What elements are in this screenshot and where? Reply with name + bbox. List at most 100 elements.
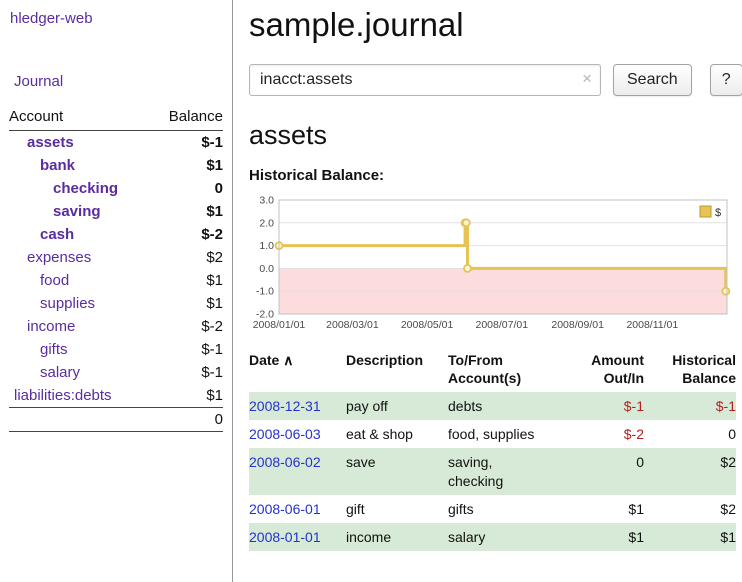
account-row: bank$1 bbox=[9, 154, 223, 177]
column-header-description: Description bbox=[346, 350, 448, 392]
sort-ascending-icon: ∧ bbox=[279, 352, 293, 368]
search-box: × bbox=[249, 64, 601, 96]
transaction-row: 2008-06-02 savesaving, checking0$2 bbox=[249, 448, 736, 494]
help-button[interactable]: ? bbox=[710, 64, 742, 96]
account-link[interactable]: checking bbox=[53, 180, 118, 197]
account-link[interactable]: expenses bbox=[27, 249, 91, 266]
account-link[interactable]: supplies bbox=[40, 295, 95, 312]
clear-search-icon[interactable]: × bbox=[582, 69, 592, 89]
svg-text:-1.0: -1.0 bbox=[256, 286, 274, 298]
account-row: expenses$2 bbox=[9, 246, 223, 269]
column-header-accounts: To/FromAccount(s) bbox=[448, 350, 546, 392]
account-row: gifts $-1 bbox=[9, 338, 223, 361]
transaction-balance: $2 bbox=[644, 495, 736, 523]
transaction-balance: 0 bbox=[644, 420, 736, 448]
account-row: cash $-2 bbox=[9, 223, 223, 246]
svg-text:2008/01/01: 2008/01/01 bbox=[253, 319, 306, 331]
sidebar: hledger-web Journal Account Balance asse… bbox=[0, 0, 233, 582]
transaction-balance: $1 bbox=[644, 523, 736, 551]
svg-text:0.0: 0.0 bbox=[259, 263, 274, 275]
column-header-line: Out/In bbox=[546, 370, 644, 388]
transaction-amount: $1 bbox=[546, 495, 644, 523]
historical-balance-chart: 3.02.01.00.0-1.0-2.02008/01/012008/03/01… bbox=[249, 192, 736, 334]
account-balance: $1 bbox=[152, 200, 223, 223]
search-button[interactable]: Search bbox=[613, 64, 692, 96]
account-balance: $-2 bbox=[152, 223, 223, 246]
accounts-table: Account Balance assets$-1bank$1checking0… bbox=[9, 106, 223, 432]
transaction-description: income bbox=[346, 523, 448, 551]
transaction-date-link[interactable]: 2008-06-03 bbox=[249, 426, 321, 442]
account-row: liabilities:debts $1 bbox=[9, 384, 223, 408]
svg-text:2008/03/01: 2008/03/01 bbox=[326, 319, 379, 331]
column-header-line: Description bbox=[346, 352, 440, 370]
transaction-row: 2008-06-01 giftgifts$1$2 bbox=[249, 495, 736, 523]
chart-title: Historical Balance: bbox=[249, 167, 742, 184]
transaction-amount: $1 bbox=[546, 523, 644, 551]
transaction-date-link[interactable]: 2008-01-01 bbox=[249, 529, 321, 545]
accounts-total-row: 0 bbox=[9, 408, 223, 432]
account-balance: $1 bbox=[152, 269, 223, 292]
transaction-description: gift bbox=[346, 495, 448, 523]
account-row: saving $1 bbox=[9, 200, 223, 223]
account-heading: assets bbox=[249, 120, 742, 151]
account-link[interactable]: assets bbox=[27, 134, 74, 151]
account-row: food $1 bbox=[9, 269, 223, 292]
transaction-row: 2008-12-31pay offdebts$-1$-1 bbox=[249, 392, 736, 420]
journal-link[interactable]: Journal bbox=[14, 73, 223, 90]
register-table: Date ∧Description To/FromAccount(s)Amount… bbox=[249, 350, 736, 551]
account-link[interactable]: saving bbox=[53, 203, 101, 220]
column-header-line: Balance bbox=[644, 370, 736, 388]
account-link[interactable]: bank bbox=[40, 157, 75, 174]
account-row: income$-2 bbox=[9, 315, 223, 338]
column-header-line: Amount bbox=[546, 352, 644, 370]
account-link[interactable]: gifts bbox=[40, 341, 68, 358]
accounts-header-row: Account Balance bbox=[9, 106, 223, 131]
account-row: checking 0 bbox=[9, 177, 223, 200]
account-link[interactable]: food bbox=[40, 272, 69, 289]
column-header-date[interactable]: Date ∧ bbox=[249, 350, 346, 392]
app-title-link[interactable]: hledger-web bbox=[10, 10, 223, 27]
transaction-accounts: debts bbox=[448, 392, 546, 420]
column-header-line: To/From bbox=[448, 352, 538, 370]
accounts-header-account: Account bbox=[9, 106, 152, 131]
transaction-date-link[interactable]: 2008-06-01 bbox=[249, 501, 321, 517]
account-link[interactable]: cash bbox=[40, 226, 74, 243]
app-window: hledger-web Journal Account Balance asse… bbox=[0, 0, 742, 582]
svg-text:2008/09/01: 2008/09/01 bbox=[551, 319, 604, 331]
account-balance: 0 bbox=[152, 177, 223, 200]
transaction-description: save bbox=[346, 448, 448, 494]
svg-text:2.0: 2.0 bbox=[259, 217, 274, 229]
accounts-total-spacer bbox=[9, 408, 152, 432]
transaction-row: 2008-06-03eat & shopfood, supplies$-20 bbox=[249, 420, 736, 448]
transaction-accounts: saving, checking bbox=[448, 448, 546, 494]
transaction-date-link[interactable]: 2008-12-31 bbox=[249, 398, 321, 414]
page-title: sample.journal bbox=[249, 6, 742, 44]
svg-text:2008/07/01: 2008/07/01 bbox=[475, 319, 528, 331]
transaction-balance: $2 bbox=[644, 448, 736, 494]
transaction-date-link[interactable]: 2008-06-02 bbox=[249, 454, 321, 470]
account-balance: $-1 bbox=[152, 338, 223, 361]
transaction-description: eat & shop bbox=[346, 420, 448, 448]
transaction-accounts: gifts bbox=[448, 495, 546, 523]
main-content: sample.journal × Search ? assets Histori… bbox=[233, 0, 742, 582]
register-header-row: Date ∧Description To/FromAccount(s)Amount… bbox=[249, 350, 736, 392]
account-link[interactable]: liabilities:debts bbox=[14, 387, 112, 404]
svg-text:$: $ bbox=[715, 207, 721, 219]
svg-text:3.0: 3.0 bbox=[259, 195, 274, 207]
search-bar: × Search ? bbox=[249, 64, 742, 96]
transaction-amount: 0 bbox=[546, 448, 644, 494]
accounts-header-balance: Balance bbox=[152, 106, 223, 131]
account-balance: $1 bbox=[152, 292, 223, 315]
account-row: assets$-1 bbox=[9, 131, 223, 155]
svg-text:2008/11/01: 2008/11/01 bbox=[626, 319, 678, 331]
account-link[interactable]: income bbox=[27, 318, 75, 335]
account-link[interactable]: salary bbox=[40, 364, 80, 381]
search-input[interactable] bbox=[249, 64, 601, 96]
transaction-balance: $-1 bbox=[644, 392, 736, 420]
svg-text:1.0: 1.0 bbox=[259, 240, 274, 252]
column-header-balance: HistoricalBalance bbox=[644, 350, 736, 392]
column-header-line: Historical bbox=[644, 352, 736, 370]
accounts-total-balance: 0 bbox=[152, 408, 223, 432]
transaction-amount: $-1 bbox=[546, 392, 644, 420]
account-balance: $1 bbox=[152, 384, 223, 408]
